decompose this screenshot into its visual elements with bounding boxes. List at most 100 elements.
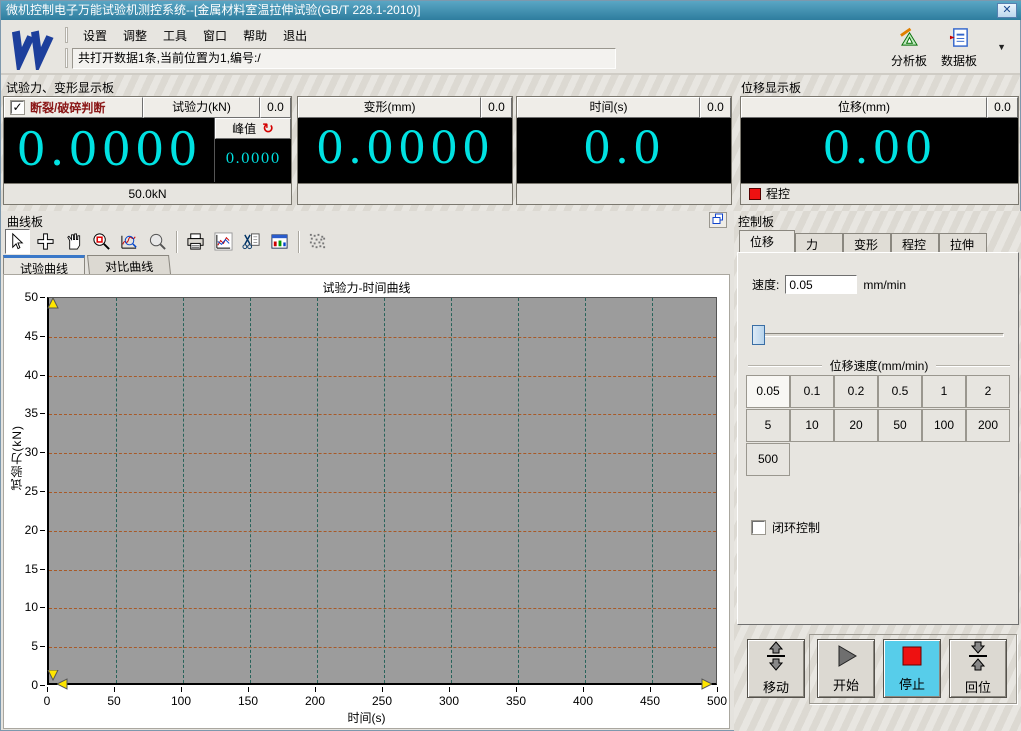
copy-export-icon[interactable] — [239, 229, 264, 254]
print-icon[interactable] — [183, 229, 208, 254]
curve-tab-0[interactable]: 试验曲线 — [3, 255, 86, 276]
cursor-icon[interactable] — [5, 229, 30, 254]
control-tab-0[interactable]: 位移 — [739, 230, 795, 252]
control-tab-1[interactable]: 力 — [795, 233, 843, 252]
speed-preset-5[interactable]: 5 — [746, 409, 790, 442]
speed-preset-0.05[interactable]: 0.05 — [746, 375, 790, 408]
close-button[interactable]: ✕ — [997, 3, 1017, 18]
return-icon — [965, 641, 991, 674]
menu-item-2[interactable]: 工具 — [156, 25, 194, 46]
data-board-button[interactable]: 数据板 — [936, 28, 982, 68]
closed-loop-checkbox[interactable] — [751, 520, 766, 535]
menu-item-0[interactable]: 设置 — [76, 25, 114, 46]
start-icon — [833, 643, 859, 672]
peak-lcd-value: 0.0000 — [225, 151, 281, 167]
zoom-region-icon[interactable] — [89, 229, 114, 254]
speed-preset-0.5[interactable]: 0.5 — [878, 375, 922, 408]
time-header-button[interactable]: 时间(s) — [517, 97, 700, 118]
curve-toolbar — [5, 228, 330, 255]
y-tick-label: 45 — [24, 328, 38, 343]
speed-slider[interactable] — [752, 325, 1004, 345]
x-gridline — [317, 298, 318, 683]
displacement-header-button[interactable]: 位移(mm) — [741, 97, 987, 118]
force-header-button[interactable]: 试验力(kN) — [143, 97, 260, 118]
speed-row: 速度: mm/min — [752, 275, 906, 294]
speed-slider-handle[interactable] — [752, 325, 765, 345]
control-tab-4[interactable]: 拉伸 — [939, 233, 987, 252]
speed-input[interactable] — [785, 275, 858, 294]
y-tick-mark — [40, 491, 45, 492]
x-tick-mark — [181, 687, 182, 692]
speed-preset-200[interactable]: 200 — [966, 409, 1010, 442]
y-tick-mark — [40, 335, 45, 337]
deformation-display-panel: 变形(mm) 0.0 0.0000 — [297, 96, 513, 205]
menu-item-5[interactable]: 退出 — [276, 25, 314, 46]
toolbar-dropdown-arrow[interactable]: ▼ — [997, 42, 1006, 52]
zoom-curve-icon[interactable] — [117, 229, 142, 254]
data-grid-icon[interactable] — [267, 229, 292, 254]
pan-right-arrow[interactable] — [701, 678, 712, 690]
speed-preset-20[interactable]: 20 — [834, 409, 878, 442]
speed-preset-1[interactable]: 1 — [922, 375, 966, 408]
zoom-out-icon[interactable] — [145, 229, 170, 254]
curve-tab-1[interactable]: 对比曲线 — [87, 255, 172, 274]
control-tab-2[interactable]: 变形 — [843, 233, 891, 252]
peak-reset-button[interactable]: 峰值 ↻ — [215, 118, 291, 139]
analysis-board-button[interactable]: 分析板 — [886, 27, 932, 68]
time-lcd-value: 0.0 — [583, 123, 665, 174]
speed-preset-50[interactable]: 50 — [878, 409, 922, 442]
closed-loop-row[interactable]: 闭环控制 — [751, 519, 820, 536]
hand-pan-icon[interactable] — [61, 229, 86, 254]
y-gridline — [49, 492, 716, 493]
deformation-header-button[interactable]: 变形(mm) — [298, 97, 481, 118]
pan-left-arrow[interactable] — [57, 678, 68, 690]
chart-plot-area[interactable] — [47, 297, 717, 690]
x-gridline — [451, 298, 452, 683]
x-tick-label: 400 — [572, 694, 594, 708]
y-tick-label: 5 — [31, 639, 38, 654]
chart-settings-icon[interactable] — [211, 229, 236, 254]
y-gridline — [49, 414, 716, 416]
speed-group-header: 位移速度(mm/min) — [748, 357, 1010, 374]
x-tick-label: 500 — [706, 694, 728, 708]
speed-preset-100[interactable]: 100 — [922, 409, 966, 442]
x-tick-mark — [650, 687, 651, 692]
move-button[interactable]: 移动 — [747, 639, 805, 698]
speed-preset-0.2[interactable]: 0.2 — [834, 375, 878, 408]
menu-item-4[interactable]: 帮助 — [236, 25, 274, 46]
speed-preset-500[interactable]: 500 — [746, 443, 790, 476]
y-tick-mark — [40, 529, 45, 531]
crosshair-icon[interactable] — [33, 229, 58, 254]
return-button[interactable]: 回位 — [949, 639, 1007, 698]
force-lcd-value: 0.0000 — [16, 122, 202, 176]
break-detect-checkbox-row[interactable]: ✓ 断裂/破碎判断 — [4, 97, 143, 118]
stop-button[interactable]: 停止 — [883, 639, 941, 698]
menu-item-1[interactable]: 调整 — [116, 25, 154, 46]
top-toolbar-area: 设置 调整 工具 窗口 帮助 退出 共打开数据1条,当前位置为1,编号:/ 分析板 数据板… — [1, 20, 1020, 75]
analysis-board-label: 分析板 — [890, 54, 927, 68]
y-tick-mark — [40, 374, 45, 376]
motion-button-bar: 移动 开始 停止 回位 — [737, 631, 1019, 731]
toolbar-grip[interactable] — [65, 27, 68, 43]
break-detect-checkbox[interactable]: ✓ — [10, 100, 25, 115]
menu-item-3[interactable]: 窗口 — [196, 25, 234, 46]
toolbar-grip[interactable] — [65, 48, 68, 68]
pattern-icon[interactable] — [305, 229, 330, 254]
x-tick-label: 450 — [639, 694, 661, 708]
display-panel-strip: 试验力、变形显示板 位移显示板 ✓ 断裂/破碎判断 试验力(kN) 0.0 0.… — [1, 75, 1020, 211]
speed-slider-track[interactable] — [752, 333, 1004, 337]
speed-label: 速度: — [752, 278, 780, 292]
speed-preset-0.1[interactable]: 0.1 — [790, 375, 834, 408]
y-gridline — [49, 530, 716, 532]
x-tick-mark — [717, 687, 718, 692]
menu-bar: 设置 调整 工具 窗口 帮助 退出 — [65, 26, 314, 44]
speed-preset-2[interactable]: 2 — [966, 375, 1010, 408]
restore-window-icon[interactable] — [709, 212, 727, 228]
start-button[interactable]: 开始 — [817, 639, 875, 698]
pan-up-arrow[interactable] — [47, 298, 59, 309]
speed-preset-10[interactable]: 10 — [790, 409, 834, 442]
x-gridline — [652, 298, 653, 683]
control-tab-3[interactable]: 程控 — [891, 233, 939, 252]
y-tick-label: 10 — [24, 600, 38, 615]
displacement-lcd-value: 0.00 — [822, 123, 937, 174]
